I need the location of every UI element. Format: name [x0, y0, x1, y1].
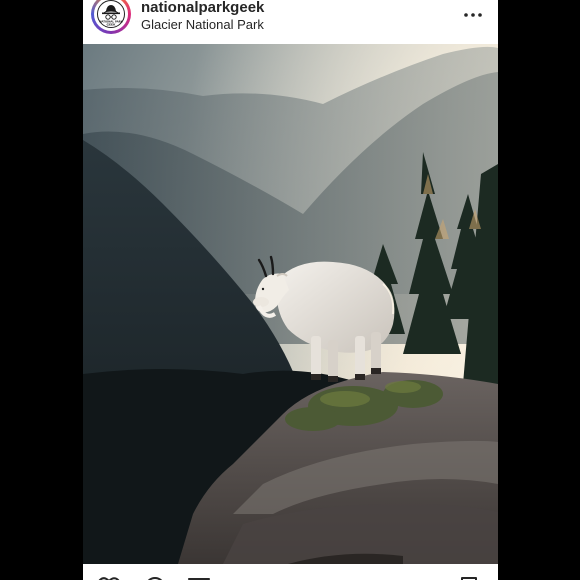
post-actions [83, 564, 498, 580]
bookmark-icon[interactable] [458, 576, 480, 580]
post-header: NATIONAL PARK GEEK nationalparkgeek Glac… [83, 0, 498, 44]
avatar[interactable]: NATIONAL PARK GEEK [94, 0, 128, 31]
screen-frame: NATIONAL PARK GEEK nationalparkgeek Glac… [0, 0, 580, 580]
mountain-goat-photo [83, 44, 498, 564]
post-username[interactable]: nationalparkgeek [141, 0, 264, 16]
instagram-post: NATIONAL PARK GEEK nationalparkgeek Glac… [83, 0, 498, 580]
more-horizontal-icon[interactable] [462, 6, 484, 22]
heart-icon[interactable] [97, 576, 121, 580]
national-park-geek-logo: NATIONAL PARK GEEK [97, 0, 125, 28]
post-photo[interactable] [83, 44, 498, 564]
share-icon[interactable] [187, 576, 211, 580]
svg-text:GEEK: GEEK [107, 23, 117, 27]
comment-icon[interactable] [143, 576, 167, 580]
story-ring[interactable]: NATIONAL PARK GEEK [91, 0, 131, 34]
post-location[interactable]: Glacier National Park [141, 17, 264, 32]
